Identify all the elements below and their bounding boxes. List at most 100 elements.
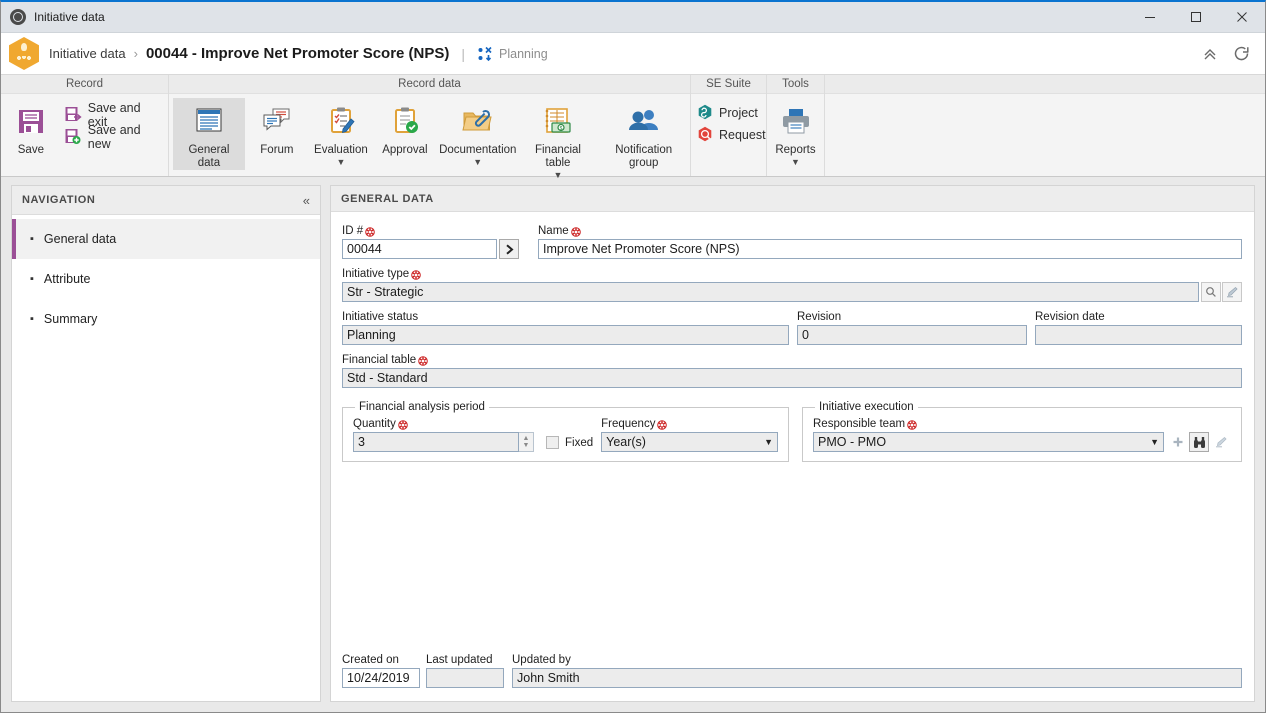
tab-evaluation-label: Evaluation — [314, 144, 368, 156]
row-id-name: ID # 00044 Name Improve Net Promoter Sco… — [342, 224, 1242, 259]
bullet-icon: ▪ — [30, 272, 34, 285]
header-bar: Initiative data › 00044 - Improve Net Pr… — [1, 33, 1265, 75]
tab-financial-table[interactable]: $ Financial table ▼ — [519, 98, 598, 180]
tab-approval[interactable]: Approval — [373, 98, 437, 157]
tab-approval-label: Approval — [382, 144, 428, 156]
notification-group-icon — [624, 100, 664, 142]
approval-icon — [388, 100, 422, 142]
name-label: Name — [538, 224, 1242, 238]
name-input[interactable]: Improve Net Promoter Score (NPS) — [538, 239, 1242, 259]
forum-icon — [260, 100, 294, 142]
record-meta-footer: Created on 10/24/2019 Last updated Updat… — [342, 653, 1242, 688]
financial-table-label: Financial table — [342, 353, 1242, 367]
row-status-revision: Initiative status Planning Revision 0 Re… — [342, 310, 1242, 345]
responsible-team-select[interactable]: PMO - PMO ▼ — [813, 432, 1164, 452]
revision-date-label: Revision date — [1035, 311, 1105, 323]
chevron-down-icon[interactable]: ▼ — [336, 158, 345, 167]
sidebar-item-attribute[interactable]: ▪ Attribute — [12, 259, 320, 299]
content-header: GENERAL DATA — [331, 186, 1254, 212]
bullet-icon: ▪ — [30, 232, 34, 245]
ribbon-filler — [825, 75, 1265, 176]
updated-by-label: Updated by — [512, 654, 571, 666]
save-and-new-button[interactable]: Save and new — [58, 123, 168, 151]
financial-analysis-period-legend: Financial analysis period — [359, 401, 485, 413]
quantity-label: Quantity — [353, 417, 534, 431]
id-go-button[interactable] — [499, 239, 519, 259]
sidebar-item-general-data[interactable]: ▪ General data — [12, 219, 320, 259]
required-marker-icon — [411, 269, 421, 280]
maximize-icon[interactable] — [1173, 2, 1219, 32]
project-icon — [697, 104, 713, 123]
spinner-updown-icon[interactable]: ▲ ▼ — [519, 432, 534, 452]
last-updated-input — [426, 668, 504, 688]
field-responsible-team: Responsible team PMO - PMO ▼ — [813, 417, 1231, 452]
initiative-type-input[interactable]: Str - Strategic — [342, 282, 1199, 302]
initiative-hex-icon — [9, 37, 39, 70]
refresh-icon[interactable] — [1232, 44, 1251, 63]
status-label: Planning — [499, 46, 548, 61]
plus-icon[interactable] — [1168, 432, 1188, 452]
chevron-down-icon[interactable]: ▼ — [791, 158, 800, 167]
tab-general-data-label: General data — [188, 144, 230, 169]
chevron-up-double-icon[interactable] — [1202, 46, 1218, 62]
eraser-icon[interactable] — [1222, 282, 1242, 302]
title-bar: Initiative data — [1, 2, 1265, 33]
tab-documentation-label: Documentation — [439, 144, 517, 156]
tab-forum-label: Forum — [260, 144, 294, 156]
field-revision-date: Revision date — [1035, 310, 1242, 345]
magnifier-icon[interactable] — [1201, 282, 1221, 302]
project-label: Project — [719, 106, 758, 120]
field-created-on: Created on 10/24/2019 — [342, 653, 420, 688]
request-label: Request — [719, 128, 766, 142]
chevron-down-icon[interactable]: ▼ — [473, 158, 482, 167]
save-and-new-icon — [64, 127, 82, 148]
breadcrumb-root[interactable]: Initiative data — [49, 46, 126, 61]
field-updated-by: Updated by John Smith — [512, 653, 1242, 688]
breadcrumb-separator-icon: › — [133, 46, 138, 61]
project-button[interactable]: Project — [691, 102, 772, 124]
save-button[interactable]: Save — [4, 98, 58, 157]
tab-documentation[interactable]: Documentation ▼ — [437, 98, 519, 167]
responsible-team-label-text: Responsible team — [813, 418, 906, 430]
request-icon — [697, 126, 713, 145]
id-input[interactable]: 00044 — [342, 239, 497, 259]
field-id: ID # 00044 — [342, 224, 519, 259]
frequency-select[interactable]: Year(s) ▼ — [601, 432, 778, 452]
ribbon-group-tools-title: Tools — [767, 75, 824, 94]
globe-icon — [10, 9, 26, 25]
ribbon-group-record-title: Record — [1, 75, 168, 94]
reports-button[interactable]: Reports ▼ — [768, 98, 824, 167]
general-data-form: ID # 00044 Name Improve Net Promoter Sco… — [331, 212, 1254, 701]
section-title: GENERAL DATA — [341, 192, 434, 205]
financial-table-input: Std - Standard — [342, 368, 1242, 388]
quantity-input[interactable]: 3 — [353, 432, 519, 452]
required-marker-icon — [398, 419, 408, 430]
tab-forum[interactable]: Forum — [245, 98, 309, 157]
documentation-icon — [461, 100, 495, 142]
sidebar-item-label: Attribute — [43, 272, 91, 286]
minimize-icon[interactable] — [1127, 2, 1173, 32]
eraser-icon[interactable] — [1211, 432, 1231, 452]
close-icon[interactable] — [1219, 2, 1265, 32]
request-button[interactable]: Request — [691, 124, 772, 146]
chevron-down-icon[interactable]: ▼ — [554, 171, 563, 180]
required-marker-icon — [657, 419, 668, 430]
initiative-status-label: Initiative status — [342, 311, 419, 323]
chevron-left-double-icon[interactable]: « — [303, 193, 310, 208]
tab-general-data[interactable]: General data — [173, 98, 245, 170]
save-options-stack: Save and exit Save and new — [58, 98, 168, 151]
created-on-label: Created on — [342, 654, 399, 666]
fixed-checkbox-wrap[interactable]: Fixed — [546, 436, 593, 449]
ribbon-group-se-suite: SE Suite Project Request — [691, 75, 767, 176]
initiative-type-label: Initiative type — [342, 267, 1242, 281]
binoculars-icon[interactable] — [1189, 432, 1209, 452]
fixed-checkbox[interactable] — [546, 436, 559, 449]
field-name: Name Improve Net Promoter Score (NPS) — [538, 224, 1242, 259]
tab-notification-group[interactable]: Notification group — [597, 98, 690, 170]
sidebar-item-summary[interactable]: ▪ Summary — [12, 299, 320, 339]
revision-date-input — [1035, 325, 1242, 345]
tab-evaluation[interactable]: Evaluation ▼ — [309, 98, 373, 167]
save-and-exit-icon — [64, 105, 82, 126]
bullet-icon: ▪ — [30, 312, 34, 325]
last-updated-label: Last updated — [426, 654, 493, 666]
